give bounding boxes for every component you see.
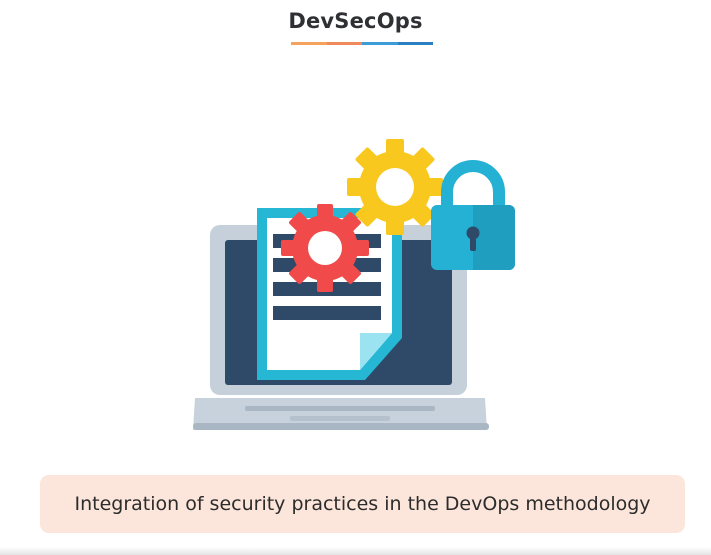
slide-title: DevSecOps	[288, 9, 423, 33]
caption-text: Integration of security practices in the…	[74, 493, 651, 515]
padlock-icon	[431, 160, 515, 270]
yellow-gear-icon	[347, 139, 443, 235]
caption-box: Integration of security practices in the…	[40, 475, 685, 533]
red-gear-icon	[281, 204, 369, 292]
slide: DevSecOps Integration of security practi…	[0, 0, 711, 555]
title-underline	[291, 42, 433, 45]
devsecops-illustration	[193, 139, 515, 430]
bottom-shade	[0, 547, 711, 555]
